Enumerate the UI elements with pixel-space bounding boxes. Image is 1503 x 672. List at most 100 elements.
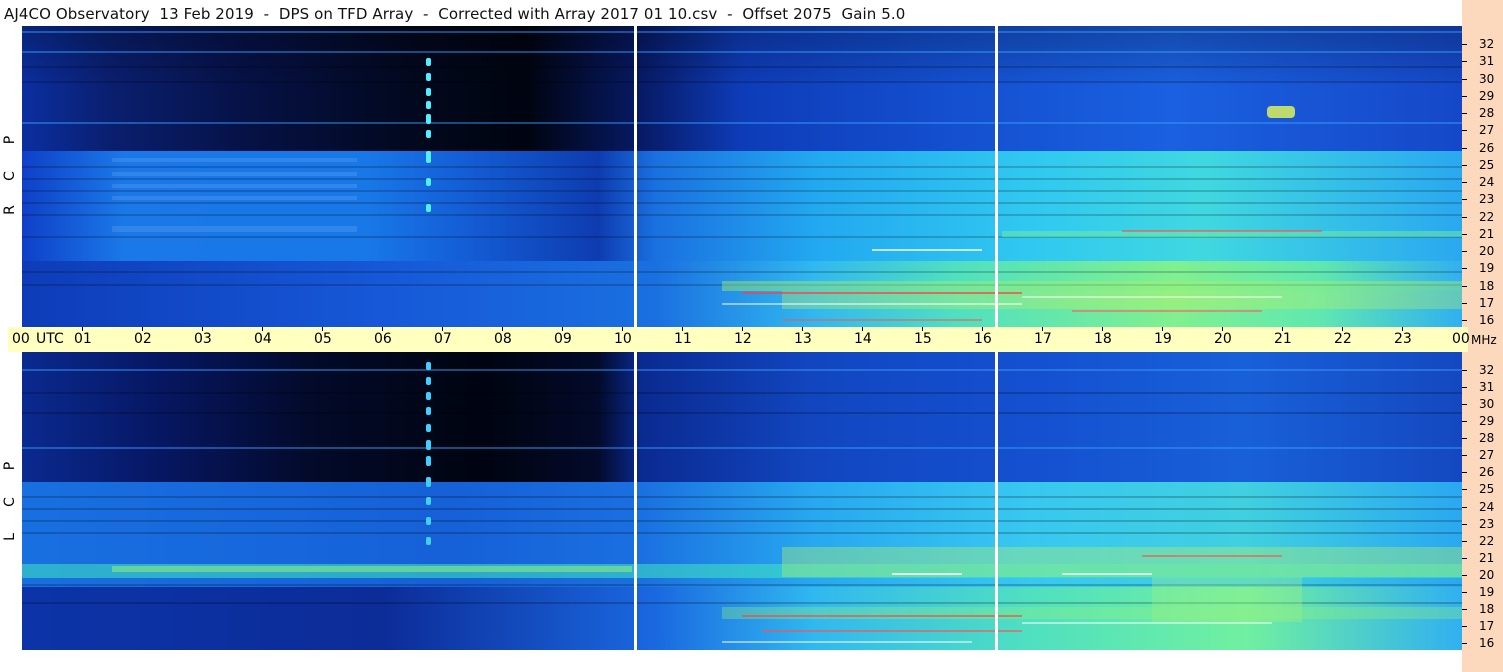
mhz-label: 26 xyxy=(1479,140,1495,155)
utc-hour-label: 12 xyxy=(734,331,752,347)
utc-hour-label: 10 xyxy=(614,331,632,347)
mhz-tick xyxy=(1462,147,1467,149)
mhz-tick xyxy=(1462,268,1467,270)
mhz-tick xyxy=(1462,320,1467,321)
utc-hour-label: 22 xyxy=(1334,331,1352,347)
mhz-tick xyxy=(1462,113,1467,114)
mhz-tick xyxy=(1462,95,1467,97)
mhz-label: 28 xyxy=(1479,431,1495,446)
utc-hour-label: 11 xyxy=(674,331,692,347)
mhz-tick xyxy=(1462,421,1467,423)
mhz-label: 25 xyxy=(1479,157,1495,172)
polarization-letter: R xyxy=(2,205,18,215)
utc-hour-label: 01 xyxy=(74,331,92,347)
mhz-label: 16 xyxy=(1479,313,1495,327)
mhz-tick xyxy=(1462,489,1467,491)
utc-hour-label: 14 xyxy=(854,331,872,347)
utc-hour-label: 08 xyxy=(494,331,512,347)
utc-hour-label: 17 xyxy=(1034,331,1052,347)
mhz-tick xyxy=(1462,523,1467,525)
mhz-tick xyxy=(1462,233,1467,235)
utc-label: UTC xyxy=(36,331,64,347)
mhz-tick xyxy=(1462,78,1467,80)
mhz-tick xyxy=(1462,182,1467,183)
mhz-label: 20 xyxy=(1479,244,1495,258)
utc-time-axis: 00 UTC 00 MHz 01 02 03 04 05 06 07 08 09 10 11 12 13… xyxy=(8,327,1497,352)
data-gap-separator xyxy=(995,26,998,327)
lcp-spectrogram xyxy=(22,352,1462,650)
mhz-label: 29 xyxy=(1479,414,1495,429)
mhz-tick xyxy=(1462,557,1467,559)
mhz-tick xyxy=(1462,472,1467,474)
utc-hour-label: 21 xyxy=(1274,331,1292,347)
mhz-tick xyxy=(1462,251,1467,252)
utc-hour-label: 06 xyxy=(374,331,392,347)
mhz-tick xyxy=(1462,302,1467,304)
mhz-tick xyxy=(1462,455,1467,457)
mhz-label: 32 xyxy=(1479,37,1495,51)
mhz-label: 16 xyxy=(1479,636,1495,650)
mhz-tick xyxy=(1462,370,1467,371)
utc-hour-label: 05 xyxy=(314,331,332,347)
mhz-tick xyxy=(1462,540,1467,542)
mhz-label: 29 xyxy=(1479,88,1495,103)
mhz-label: 25 xyxy=(1479,482,1495,497)
mhz-label: 21 xyxy=(1479,550,1495,565)
data-gap-separator xyxy=(634,352,637,650)
mhz-tick xyxy=(1462,574,1467,576)
utc-hour-label: 16 xyxy=(974,331,992,347)
rcp-spectrogram xyxy=(22,26,1462,327)
mhz-label: 30 xyxy=(1479,397,1495,412)
mhz-tick xyxy=(1462,643,1467,644)
mhz-unit-label: MHz xyxy=(1471,333,1497,347)
utc-hour-label: 19 xyxy=(1154,331,1172,347)
utc-hour-label: 07 xyxy=(434,331,452,347)
utc-start-label: 00 xyxy=(12,331,30,347)
utc-hour-label: 15 xyxy=(914,331,932,347)
data-gap-separator xyxy=(995,352,998,650)
utc-hour-label: 13 xyxy=(794,331,812,347)
mhz-tick xyxy=(1462,44,1467,45)
mhz-tick xyxy=(1462,387,1467,389)
utc-hour-label: 03 xyxy=(194,331,212,347)
mhz-tick xyxy=(1462,625,1467,627)
utc-hour-label: 02 xyxy=(134,331,152,347)
mhz-label: 32 xyxy=(1479,363,1495,377)
mhz-label: 30 xyxy=(1479,71,1495,86)
mhz-tick xyxy=(1462,506,1467,508)
mhz-label: 26 xyxy=(1479,465,1495,480)
mhz-label: 24 xyxy=(1479,499,1495,514)
mhz-tick xyxy=(1462,199,1467,201)
mhz-label: 28 xyxy=(1479,106,1495,120)
mhz-label: 20 xyxy=(1479,567,1495,582)
mhz-label: 19 xyxy=(1479,584,1495,599)
mhz-label: 18 xyxy=(1479,601,1495,616)
polarization-letter: C xyxy=(2,171,18,181)
mhz-tick xyxy=(1462,404,1467,406)
polarization-letter: L xyxy=(2,533,18,541)
mhz-label: 22 xyxy=(1479,209,1495,224)
data-gap-separator xyxy=(634,26,637,327)
polarization-letter: P xyxy=(2,461,18,471)
polarization-letter: C xyxy=(2,497,18,507)
mhz-label: 19 xyxy=(1479,261,1495,276)
mhz-label: 31 xyxy=(1479,54,1495,69)
mhz-tick xyxy=(1462,216,1467,218)
mhz-label: 22 xyxy=(1479,533,1495,548)
mhz-label: 17 xyxy=(1479,618,1495,633)
mhz-label: 23 xyxy=(1479,516,1495,531)
mhz-label: 21 xyxy=(1479,226,1495,241)
mhz-tick xyxy=(1462,608,1467,610)
mhz-label: 23 xyxy=(1479,192,1495,207)
mhz-tick xyxy=(1462,591,1467,593)
utc-hour-label: 09 xyxy=(554,331,572,347)
mhz-label: 17 xyxy=(1479,295,1495,310)
utc-hour-label: 04 xyxy=(254,331,272,347)
mhz-tick xyxy=(1462,61,1467,63)
mhz-label: 18 xyxy=(1479,278,1495,293)
mhz-tick xyxy=(1462,164,1467,166)
mhz-tick xyxy=(1462,285,1467,287)
utc-hour-label: 18 xyxy=(1094,331,1112,347)
mhz-label: 27 xyxy=(1479,448,1495,463)
mhz-tick xyxy=(1462,130,1467,132)
